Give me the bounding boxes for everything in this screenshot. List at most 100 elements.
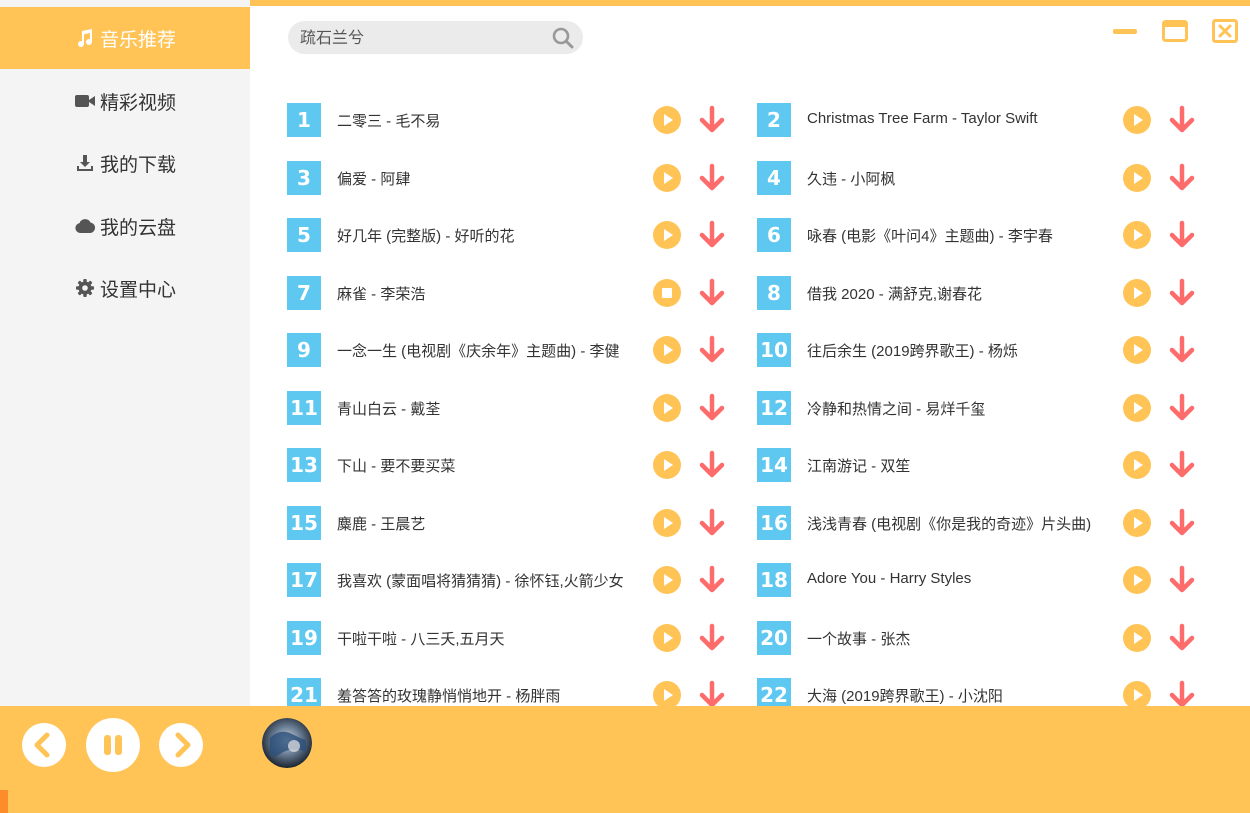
previous-icon[interactable]: [21, 722, 67, 768]
play-icon[interactable]: [1123, 624, 1151, 652]
song-row[interactable]: 4 久违 - 小阿枫: [757, 161, 1217, 195]
song-title: 我喜欢 (蒙面唱将猜猜猜) - 徐怀钰,火箭少女: [337, 573, 624, 590]
play-icon[interactable]: [653, 336, 681, 364]
song-row[interactable]: 11 青山白云 - 戴荃: [287, 391, 747, 425]
download-arrow-icon[interactable]: [697, 450, 727, 480]
song-row[interactable]: 22 大海 (2019跨界歌王) - 小沈阳: [757, 678, 1217, 706]
song-title: 久违 - 小阿枫: [807, 171, 896, 188]
play-icon[interactable]: [653, 106, 681, 134]
song-row[interactable]: 13 下山 - 要不要买菜: [287, 448, 747, 482]
song-row[interactable]: 3 偏爱 - 阿肆: [287, 161, 747, 195]
download-arrow-icon[interactable]: [697, 565, 727, 595]
download-arrow-icon[interactable]: [1167, 623, 1197, 653]
sidebar-item-cloud[interactable]: 我的云盘: [0, 195, 250, 257]
song-row[interactable]: 2 Christmas Tree Farm - Taylor Swift: [757, 103, 1217, 137]
download-arrow-icon[interactable]: [697, 105, 727, 135]
player-bar: [0, 706, 1250, 813]
song-row[interactable]: 16 浅浅青春 (电视剧《你是我的奇迹》片头曲): [757, 506, 1217, 540]
song-title: 麻雀 - 李荣浩: [337, 286, 426, 303]
song-row[interactable]: 15 麋鹿 - 王晨艺: [287, 506, 747, 540]
video-camera-icon: [74, 90, 96, 112]
song-row[interactable]: 10 往后余生 (2019跨界歌王) - 杨烁: [757, 333, 1217, 367]
song-row[interactable]: 9 一念一生 (电视剧《庆余年》主题曲) - 李健: [287, 333, 747, 367]
download-arrow-icon[interactable]: [1167, 450, 1197, 480]
play-icon[interactable]: [1123, 164, 1151, 192]
song-row[interactable]: 14 江南游记 - 双笙: [757, 448, 1217, 482]
download-arrow-icon[interactable]: [1167, 565, 1197, 595]
song-number: 18: [757, 563, 791, 597]
next-icon[interactable]: [158, 722, 204, 768]
play-icon[interactable]: [653, 451, 681, 479]
song-number: 22: [757, 678, 791, 706]
download-arrow-icon[interactable]: [1167, 220, 1197, 250]
song-number: 4: [757, 161, 791, 195]
download-arrow-icon[interactable]: [1167, 680, 1197, 706]
download-arrow-icon[interactable]: [697, 335, 727, 365]
download-arrow-icon[interactable]: [1167, 335, 1197, 365]
download-arrow-icon[interactable]: [697, 278, 727, 308]
sidebar-item-downloads[interactable]: 我的下载: [0, 132, 250, 194]
song-row[interactable]: 8 借我 2020 - 满舒克,谢春花: [757, 276, 1217, 310]
download-arrow-icon[interactable]: [1167, 105, 1197, 135]
search-icon[interactable]: [551, 26, 575, 50]
stop-icon[interactable]: [653, 279, 681, 307]
play-icon[interactable]: [1123, 394, 1151, 422]
song-number: 6: [757, 218, 791, 252]
download-arrow-icon[interactable]: [697, 393, 727, 423]
song-row[interactable]: 1 二零三 - 毛不易: [287, 103, 747, 137]
download-arrow-icon[interactable]: [1167, 393, 1197, 423]
pause-icon[interactable]: [86, 718, 140, 772]
download-arrow-icon[interactable]: [1167, 278, 1197, 308]
song-row[interactable]: 19 干啦干啦 - 八三夭,五月天: [287, 621, 747, 655]
close-icon[interactable]: [1211, 18, 1239, 44]
download-arrow-icon[interactable]: [697, 508, 727, 538]
sidebar-item-music[interactable]: 音乐推荐: [0, 7, 250, 69]
song-number: 1: [287, 103, 321, 137]
song-row[interactable]: 20 一个故事 - 张杰: [757, 621, 1217, 655]
play-icon[interactable]: [653, 164, 681, 192]
download-arrow-icon[interactable]: [1167, 508, 1197, 538]
play-icon[interactable]: [653, 221, 681, 249]
play-icon[interactable]: [653, 394, 681, 422]
play-icon[interactable]: [1123, 221, 1151, 249]
play-icon[interactable]: [1123, 279, 1151, 307]
song-row[interactable]: 7 麻雀 - 李荣浩: [287, 276, 747, 310]
play-icon[interactable]: [1123, 566, 1151, 594]
song-title: 羞答答的玫瑰静悄悄地开 - 杨胖雨: [337, 688, 561, 705]
song-title: 偏爱 - 阿肆: [337, 171, 411, 188]
music-note-icon: [74, 27, 96, 49]
play-icon[interactable]: [653, 509, 681, 537]
maximize-icon[interactable]: [1161, 18, 1189, 44]
download-arrow-icon[interactable]: [697, 220, 727, 250]
song-number: 8: [757, 276, 791, 310]
sidebar-item-video[interactable]: 精彩视频: [0, 70, 250, 132]
song-row[interactable]: 18 Adore You - Harry Styles: [757, 563, 1217, 597]
song-row[interactable]: 5 好几年 (完整版) - 好听的花: [287, 218, 747, 252]
download-arrow-icon[interactable]: [1167, 163, 1197, 193]
song-number: 3: [287, 161, 321, 195]
song-row[interactable]: 21 羞答答的玫瑰静悄悄地开 - 杨胖雨: [287, 678, 747, 706]
progress-bar[interactable]: [0, 790, 1250, 813]
play-icon[interactable]: [1123, 336, 1151, 364]
song-row[interactable]: 17 我喜欢 (蒙面唱将猜猜猜) - 徐怀钰,火箭少女: [287, 563, 747, 597]
minimize-icon[interactable]: [1111, 18, 1139, 44]
play-icon[interactable]: [1123, 681, 1151, 706]
play-icon[interactable]: [653, 624, 681, 652]
play-icon[interactable]: [653, 681, 681, 706]
song-number: 10: [757, 333, 791, 367]
song-row[interactable]: 6 咏春 (电影《叶问4》主题曲) - 李宇春: [757, 218, 1217, 252]
play-icon[interactable]: [1123, 509, 1151, 537]
album-cover: [262, 718, 312, 768]
download-arrow-icon[interactable]: [697, 623, 727, 653]
play-icon[interactable]: [1123, 451, 1151, 479]
search-input[interactable]: [300, 21, 545, 54]
song-row[interactable]: 12 冷静和热情之间 - 易烊千玺: [757, 391, 1217, 425]
play-icon[interactable]: [653, 566, 681, 594]
download-arrow-icon[interactable]: [697, 163, 727, 193]
search-box: [288, 21, 583, 54]
sidebar-item-settings[interactable]: 设置中心: [0, 257, 250, 319]
play-icon[interactable]: [1123, 106, 1151, 134]
song-title: Christmas Tree Farm - Taylor Swift: [807, 110, 1038, 127]
download-arrow-icon[interactable]: [697, 680, 727, 706]
song-title: 大海 (2019跨界歌王) - 小沈阳: [807, 688, 1003, 705]
